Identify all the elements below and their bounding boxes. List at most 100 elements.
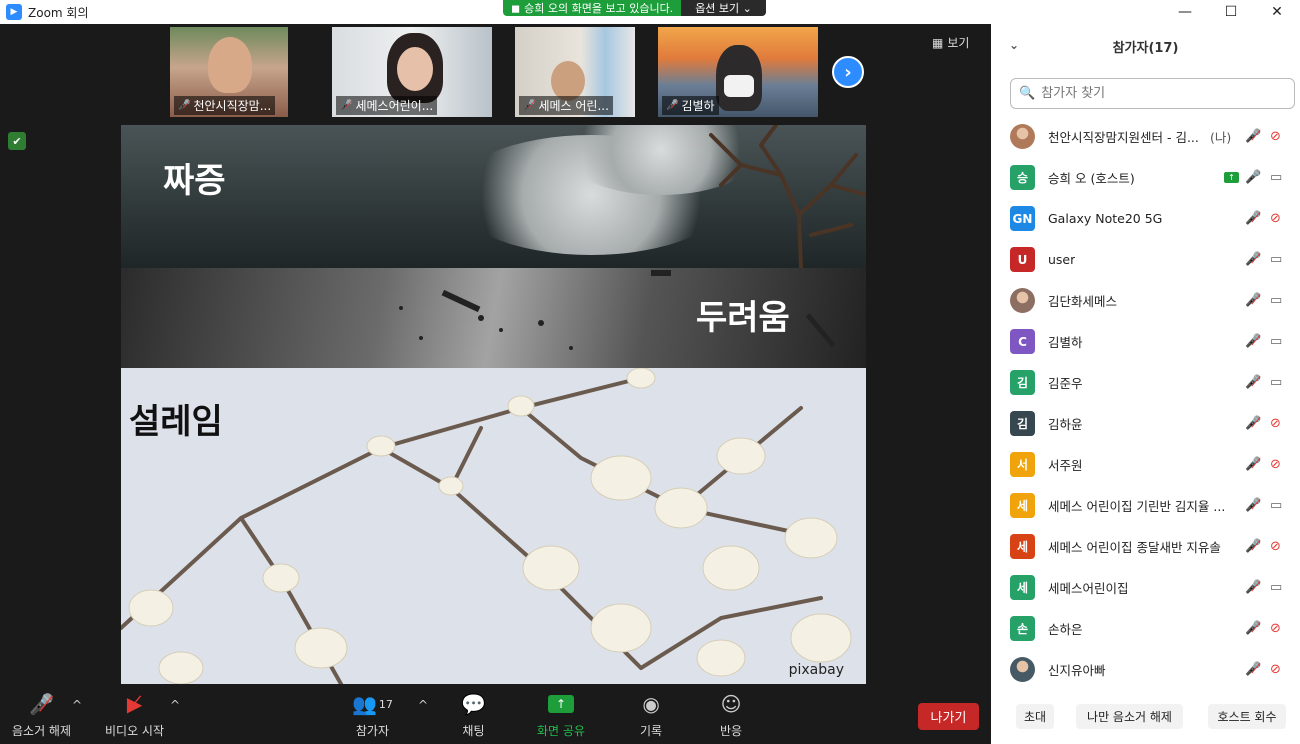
record-button[interactable]: ◉ 기록 xyxy=(640,692,662,739)
person-face xyxy=(397,47,433,91)
participant-row[interactable]: 세 세메스 어린이집 종달새반 지유솔 🎤̸ ⊘ xyxy=(991,526,1300,567)
meeting-area: 🎤̸ 천안시직장맘... 🎤̸ 세메스어린이... 🎤̸ 세메스 어린... 🎤… xyxy=(0,24,991,684)
title-bar: ▶ Zoom 회의 xyxy=(0,0,991,24)
share-screen-button[interactable]: ↑ 화면 공유 xyxy=(537,692,585,739)
participant-count: 17 xyxy=(378,697,393,711)
panel-footer: 초대 나만 음소거 해제 호스트 회수 xyxy=(991,704,1300,734)
screen-sharing-icon: ↑ xyxy=(1224,172,1239,183)
slide-image-explosion: 두려움 xyxy=(121,268,866,368)
participant-name: 김단화세메스 xyxy=(1048,294,1118,309)
chevron-down-icon[interactable]: ⌄ xyxy=(1009,38,1019,52)
participant-me-tag: (나) xyxy=(1210,130,1232,145)
avatar: 김 xyxy=(1010,370,1035,395)
participant-row[interactable]: 세 세메스어린이집 🎤̸ ▭ xyxy=(991,567,1300,608)
camera-off-icon: ⊘ xyxy=(1270,416,1281,431)
mic-muted-icon: 🎤̸ xyxy=(1245,416,1262,431)
view-options-button[interactable]: 옵션 보기 ⌄ xyxy=(681,0,766,16)
grid-icon: ▦ xyxy=(932,35,944,50)
camera-off-icon: ⊘ xyxy=(1270,211,1281,226)
mic-muted-icon: 🎤̸ xyxy=(1245,129,1262,144)
window-title: Zoom 회의 xyxy=(28,5,89,20)
close-button[interactable]: ✕ xyxy=(1254,0,1300,24)
participants-button[interactable]: 👥 17 참가자 xyxy=(352,692,393,739)
mic-muted-icon: 🎤̸ xyxy=(29,692,54,716)
slide-image-storm: 짜증 xyxy=(121,125,866,268)
audio-options-caret[interactable]: ^ xyxy=(72,698,82,712)
mic-muted-icon: 🎤̸ xyxy=(1245,662,1262,677)
mic-muted-icon: 🎤̸ xyxy=(666,100,679,111)
participant-thumbnail[interactable]: 🎤̸ 세메스어린이... xyxy=(332,27,492,117)
avatar: C xyxy=(1010,329,1035,354)
participant-thumbnail[interactable]: 🎤̸ 천안시직장맘... xyxy=(170,27,288,117)
mic-muted-icon: 🎤̸ xyxy=(1245,252,1262,267)
search-input[interactable] xyxy=(1041,86,1282,101)
participant-row[interactable]: 김 김준우 🎤̸ ▭ xyxy=(991,362,1300,403)
thumbnail-label: 🎤̸ 김별하 xyxy=(662,96,719,115)
participant-row[interactable]: 서 서주원 🎤̸ ⊘ xyxy=(991,444,1300,485)
camera-icon: ▭ xyxy=(1270,293,1283,308)
dead-tree-illustration xyxy=(709,125,866,268)
mic-muted-icon: 🎤̸ xyxy=(1245,211,1262,226)
camera-icon: ▭ xyxy=(1270,580,1283,595)
unmute-me-button[interactable]: 나만 음소거 해제 xyxy=(1076,704,1183,729)
avatar: 서 xyxy=(1010,452,1035,477)
minimize-button[interactable]: — xyxy=(1162,0,1208,24)
reactions-button[interactable]: ☺ 반응 xyxy=(720,692,742,739)
participant-row[interactable]: GN Galaxy Note20 5G 🎤̸ ⊘ xyxy=(991,198,1300,239)
participant-row[interactable]: 세 세메스 어린이집 기린반 김지율 ... 🎤̸ ▭ xyxy=(991,485,1300,526)
participant-name: 김하윤 xyxy=(1048,417,1083,432)
avatar: 손 xyxy=(1010,616,1035,641)
camera-icon: ▭ xyxy=(1270,498,1283,513)
video-options-caret[interactable]: ^ xyxy=(170,698,180,712)
participant-name: 김준우 xyxy=(1048,376,1083,391)
thumbnail-label: 🎤̸ 천안시직장맘... xyxy=(174,96,276,115)
maximize-button[interactable]: ☐ xyxy=(1208,0,1254,24)
participant-name: 천안시직장맘지원센터 - 김... xyxy=(1048,130,1199,145)
participant-list: 천안시직장맘지원센터 - 김... (나) 🎤̸ ⊘ 승 승희 오 (호스트) ↑ 🎤 ▭ GN G… xyxy=(991,116,1300,694)
avatar: 세 xyxy=(1010,534,1035,559)
participant-row[interactable]: C 김별하 🎤̸ ▭ xyxy=(991,321,1300,362)
encryption-shield-icon[interactable]: ✔ xyxy=(8,132,26,150)
start-video-button[interactable]: ▶̸ 비디오 시작 xyxy=(105,692,164,739)
camera-off-icon: ⊘ xyxy=(1270,621,1281,636)
slide-word-excitement: 설레임 xyxy=(129,402,223,442)
participant-row[interactable]: 승 승희 오 (호스트) ↑ 🎤 ▭ xyxy=(991,157,1300,198)
participant-row[interactable]: 김단화세메스 🎤̸ ▭ xyxy=(991,280,1300,321)
participant-name: Galaxy Note20 5G xyxy=(1048,211,1163,226)
invite-button[interactable]: 초대 xyxy=(1016,704,1054,729)
participant-name: 승희 오 (호스트) xyxy=(1048,171,1135,186)
search-icon: 🔍 xyxy=(1019,86,1036,101)
meeting-toolbar: 🎤̸ 음소거 해제 ^ ▶̸ 비디오 시작 ^ 👥 17 참가자 ^ 💬 채팅 … xyxy=(0,684,991,744)
thumbnail-label: 🎤̸ 세메스 어린... xyxy=(519,96,613,115)
participant-name: 서주원 xyxy=(1048,458,1083,473)
panel-header: ⌄ 참가자(17) xyxy=(991,24,1300,68)
participant-row[interactable]: 신지유아빠 🎤̸ ⊘ xyxy=(991,649,1300,690)
mic-icon: 🎤 xyxy=(1245,170,1262,185)
participant-thumbnail[interactable]: 🎤̸ 김별하 xyxy=(658,27,818,117)
participant-thumbnail[interactable]: 🎤̸ 세메스 어린... xyxy=(515,27,635,117)
chat-button[interactable]: 💬 채팅 xyxy=(461,692,486,739)
participant-row[interactable]: 손 손하은 🎤̸ ⊘ xyxy=(991,608,1300,649)
slide-image-magnolia: 설레임 pixabay xyxy=(121,368,866,684)
participant-name: 신지유아빠 xyxy=(1048,663,1106,678)
chat-icon: 💬 xyxy=(461,692,486,716)
camera-icon: ▭ xyxy=(1270,170,1283,185)
participant-row[interactable]: 천안시직장맘지원센터 - 김... (나) 🎤̸ ⊘ xyxy=(991,116,1300,157)
participant-name: 세메스 어린이집 종달새반 지유솔 xyxy=(1048,540,1221,555)
participant-row[interactable]: Uuser 🎤̸ ▭ xyxy=(991,239,1300,280)
thumbnail-strip: 🎤̸ 천안시직장맘... 🎤̸ 세메스어린이... 🎤̸ 세메스 어린... 🎤… xyxy=(0,24,991,124)
mic-muted-icon: 🎤̸ xyxy=(1245,580,1262,595)
avatar xyxy=(1010,124,1035,149)
slide-word-annoyance: 짜증 xyxy=(163,161,226,201)
unmute-button[interactable]: 🎤̸ 음소거 해제 xyxy=(12,692,71,739)
leave-button[interactable]: 나가기 xyxy=(918,703,979,730)
participants-options-caret[interactable]: ^ xyxy=(418,698,428,712)
reclaim-host-button[interactable]: 호스트 회수 xyxy=(1208,704,1286,729)
view-button[interactable]: ▦ 보기 xyxy=(932,34,969,51)
participant-search[interactable]: 🔍 xyxy=(1010,78,1295,109)
emoji-add-icon: ☺ xyxy=(720,692,742,716)
next-page-button[interactable]: › xyxy=(832,56,864,88)
participant-name: 세메스어린이집 xyxy=(1048,581,1129,596)
thumbnail-label: 🎤̸ 세메스어린이... xyxy=(336,96,438,115)
participant-row[interactable]: 김 김하윤 🎤̸ ⊘ xyxy=(991,403,1300,444)
